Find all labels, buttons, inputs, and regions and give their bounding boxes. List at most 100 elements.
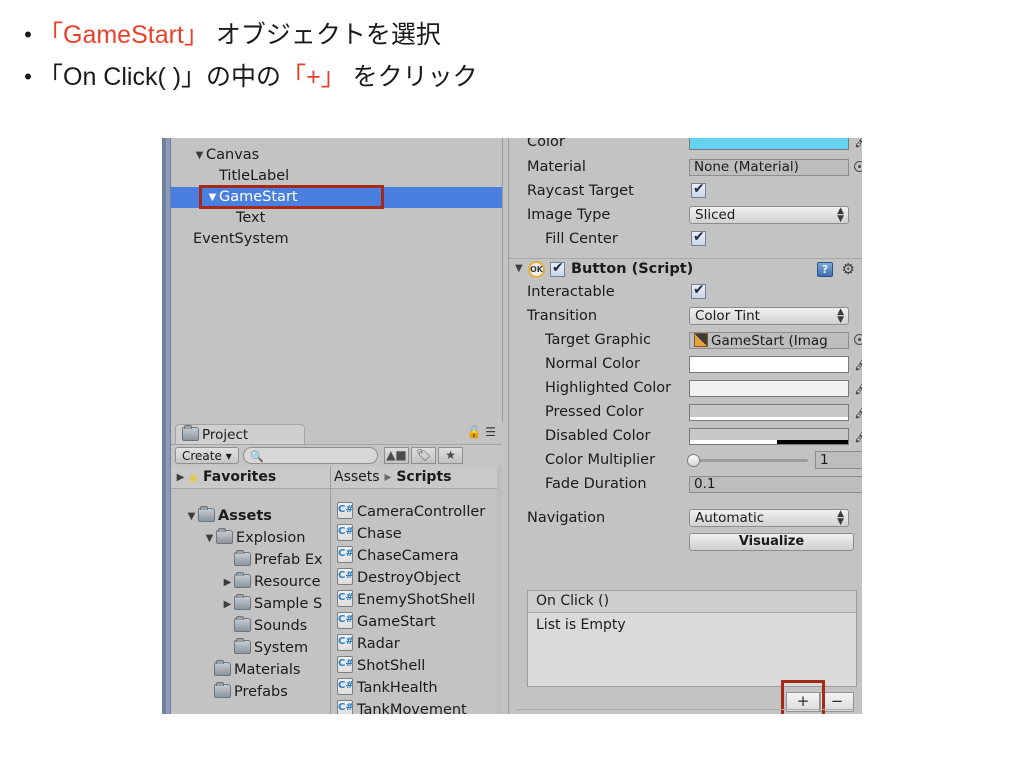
hierarchy-row-eventsystem[interactable]: EventSystem	[171, 229, 502, 250]
alpha-bar	[690, 440, 848, 444]
help-book-icon[interactable]: ?	[817, 262, 833, 277]
interactable-checkbox[interactable]	[691, 282, 706, 299]
script-label: ChaseCamera	[357, 548, 459, 564]
fade-duration-field[interactable]: 0.1	[689, 476, 862, 493]
search-input[interactable]: 🔍	[243, 447, 378, 464]
project-tab[interactable]: Project	[175, 424, 305, 445]
asset-tree-label: Materials	[234, 662, 301, 678]
script-label: TankMovement	[357, 702, 467, 714]
hierarchy-row-text[interactable]: Text	[171, 208, 502, 229]
gamestart-selection-highlight-box	[199, 185, 384, 209]
script-list-item[interactable]: C# DestroyObject	[331, 567, 502, 589]
inspector-row-navigation: Navigation Automatic ▲ ▼	[509, 507, 862, 531]
chevron-updown-icon: ▲ ▼	[837, 307, 844, 325]
inspector-row-pressed-color: Pressed Color 🖌	[509, 401, 862, 425]
target-graphic-field[interactable]: GameStart (Imag	[689, 332, 849, 349]
chevron-down-icon[interactable]: ▼	[185, 506, 198, 528]
eyedropper-icon[interactable]: 🖌	[852, 377, 862, 396]
star-filter-icon[interactable]: ★	[438, 447, 463, 464]
breadcrumb-item-scripts[interactable]: Scripts	[396, 469, 451, 485]
create-button[interactable]: Create ▾	[175, 447, 239, 464]
script-list-item[interactable]: C# Radar	[331, 633, 502, 655]
slide-root: • 「GameStart」 オブジェクトを選択 • 「On Click( )」の…	[0, 0, 1024, 768]
hamburger-menu-icon[interactable]: ☰	[485, 425, 496, 439]
fill-center-checkbox[interactable]	[691, 229, 706, 246]
chevron-down-icon[interactable]: ▼	[193, 145, 206, 166]
chevron-down-icon[interactable]: ▼	[203, 528, 216, 550]
color-swatch[interactable]	[689, 138, 849, 150]
script-list-item[interactable]: C# TankMovement	[331, 699, 502, 714]
image-type-dropdown[interactable]: Sliced ▲ ▼	[689, 206, 849, 224]
asset-tree-row-resources[interactable]: ▶ Resource	[171, 571, 330, 593]
csharp-script-icon: C#	[337, 656, 353, 673]
script-list-item[interactable]: C# GameStart	[331, 611, 502, 633]
inspector-row-raycast-target: Raycast Target	[509, 180, 862, 204]
script-label: GameStart	[357, 614, 436, 630]
project-scrollbar[interactable]	[497, 466, 502, 714]
row-label: Disabled Color	[545, 428, 651, 444]
lock-icon[interactable]: 🔓	[466, 425, 481, 439]
chevron-right-icon[interactable]: ▶	[174, 467, 187, 489]
asset-tree-label: Sounds	[254, 618, 308, 634]
material-field[interactable]: None (Material)	[689, 159, 849, 176]
hierarchy-row-titlelabel[interactable]: TitleLabel	[171, 166, 502, 187]
shapes-filter-icon[interactable]: ▲■	[384, 447, 409, 464]
bullet-segment: オブジェクトを選択	[208, 21, 441, 49]
color-multiplier-value[interactable]: 1	[815, 451, 862, 469]
asset-tree-row-system[interactable]: System	[171, 637, 330, 659]
color-multiplier-slider[interactable]	[690, 459, 808, 462]
slider-handle[interactable]	[687, 454, 700, 467]
asset-tree-row-prefabs[interactable]: Prefabs	[171, 681, 330, 703]
bullet-marker: •	[24, 64, 32, 89]
asset-tree-row-assets[interactable]: ▼ Assets	[171, 505, 330, 527]
script-list-item[interactable]: C# EnemyShotShell	[331, 589, 502, 611]
asset-tree-row-prefab-explosion[interactable]: Prefab Ex	[171, 549, 330, 571]
row-label: Pressed Color	[545, 404, 644, 420]
asset-tree-row-materials[interactable]: Materials	[171, 659, 330, 681]
asset-tree-row-explosion[interactable]: ▼ Explosion	[171, 527, 330, 549]
navigation-dropdown[interactable]: Automatic ▲ ▼	[689, 509, 849, 527]
transition-dropdown[interactable]: Color Tint ▲ ▼	[689, 307, 849, 325]
chevron-updown-icon: ▲ ▼	[837, 509, 844, 527]
eyedropper-icon[interactable]: 🖌	[852, 425, 862, 444]
chevron-right-icon[interactable]: ▶	[221, 572, 234, 594]
asset-tree-row-sample-scenes[interactable]: ▶ Sample S	[171, 593, 330, 615]
normal-color-swatch[interactable]	[689, 356, 849, 373]
script-list-item[interactable]: C# CameraController	[331, 501, 502, 523]
tag-filter-icon[interactable]: 🏷	[411, 447, 436, 464]
script-list-item[interactable]: C# TankHealth	[331, 677, 502, 699]
highlighted-color-swatch[interactable]	[689, 380, 849, 397]
visualize-button[interactable]: Visualize	[689, 533, 854, 551]
asset-tree-label: Prefab Ex	[254, 552, 323, 568]
pressed-color-swatch[interactable]	[689, 404, 849, 421]
raycast-target-checkbox[interactable]	[691, 181, 706, 198]
favorites-header[interactable]: ▶ ★ Favorites	[171, 466, 330, 489]
script-list-item[interactable]: C# Chase	[331, 523, 502, 545]
disabled-color-swatch[interactable]	[689, 428, 849, 445]
csharp-script-icon: C#	[337, 590, 353, 607]
inspector-row-normal-color: Normal Color 🖌	[509, 353, 862, 377]
eyedropper-icon[interactable]: 🖌	[852, 401, 862, 420]
gear-icon[interactable]: ⚙	[842, 260, 855, 278]
hierarchy-label: TitleLabel	[219, 168, 290, 184]
sprite-icon	[694, 333, 708, 347]
eyedropper-icon[interactable]: 🖌	[852, 138, 862, 150]
eyedropper-icon[interactable]: 🖌	[852, 353, 862, 372]
chevron-down-icon[interactable]: ▼	[515, 263, 523, 274]
script-list-item[interactable]: C# ChaseCamera	[331, 545, 502, 567]
object-picker-icon[interactable]	[854, 161, 862, 172]
inspector-row-highlighted-color: Highlighted Color 🖌	[509, 377, 862, 401]
inspector-row-visualize: Visualize	[509, 531, 862, 555]
script-label: CameraController	[357, 504, 486, 520]
folder-icon	[234, 616, 251, 632]
hierarchy-row-canvas[interactable]: ▼ Canvas	[171, 145, 502, 166]
chevron-right-icon[interactable]: ▶	[221, 594, 234, 616]
script-list-item[interactable]: C# ShotShell	[331, 655, 502, 677]
csharp-script-icon: C#	[337, 502, 353, 519]
button-enabled-checkbox[interactable]	[550, 260, 565, 277]
object-picker-icon[interactable]	[854, 334, 862, 345]
breadcrumb-item-assets[interactable]: Assets	[334, 469, 380, 485]
asset-tree-row-sounds[interactable]: Sounds	[171, 615, 330, 637]
row-label: Target Graphic	[545, 332, 651, 348]
panel-options[interactable]: 🔓 ☰	[466, 425, 496, 439]
